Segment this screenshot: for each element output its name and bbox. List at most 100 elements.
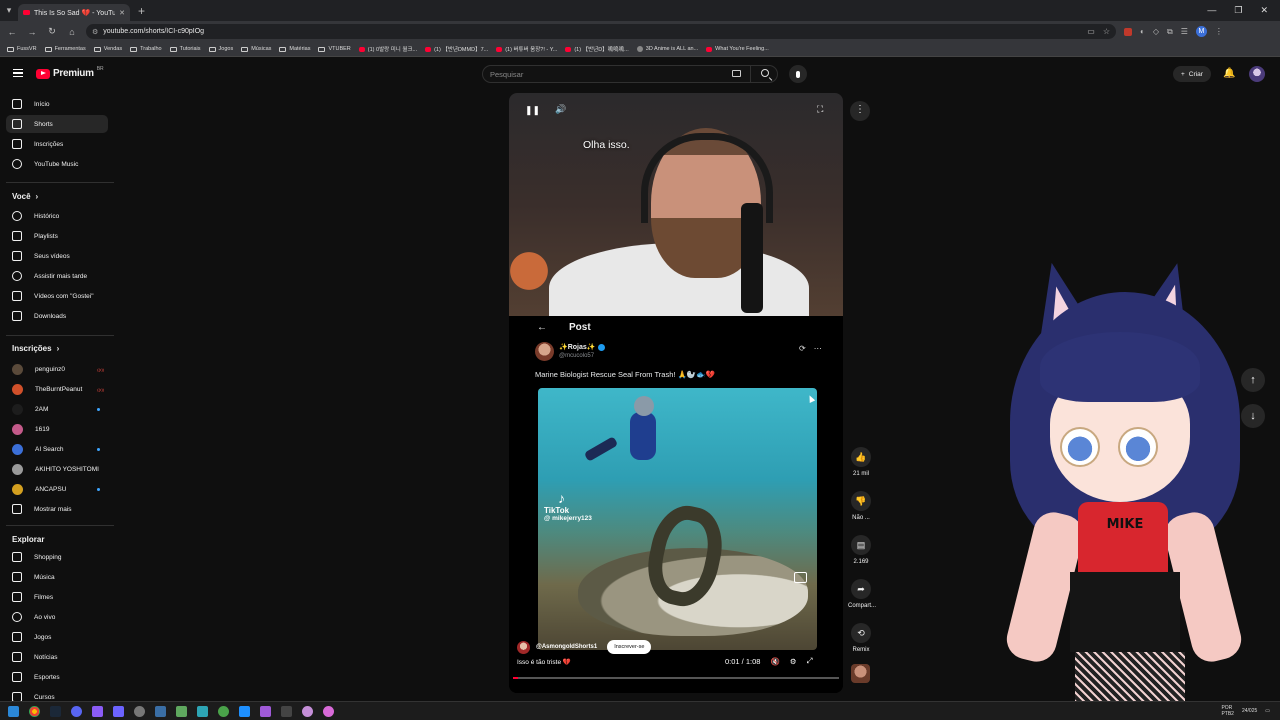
chrome-taskbar-icon[interactable] (29, 705, 40, 717)
bookmark-item[interactable]: Matérias (279, 46, 310, 52)
app-taskbar-icon[interactable] (134, 705, 145, 717)
extension-icon[interactable]: ◐ (1140, 27, 1145, 36)
extensions-puzzle-icon[interactable]: ⧉ (1167, 27, 1173, 37)
create-button[interactable]: + Criar (1173, 66, 1211, 82)
remix-button[interactable]: ⟲ Remix (848, 623, 874, 653)
app-taskbar-icon[interactable] (302, 705, 313, 717)
menu-icon[interactable] (13, 69, 23, 77)
forward-icon[interactable]: → (26, 27, 38, 37)
discord-taskbar-icon[interactable] (71, 705, 82, 717)
sidebar-item[interactable]: YouTube Music (6, 155, 108, 173)
sidebar-item[interactable]: AI Search (6, 440, 108, 458)
sidebar-item[interactable]: AKIHITO YOSHITOMI (6, 460, 108, 478)
bookmark-item[interactable]: (1) 버튜버 움장?! - Y... (496, 45, 557, 53)
dislike-button[interactable]: 👎 Não ... (848, 491, 874, 521)
sidebar-item[interactable]: Seus vídeos (6, 247, 108, 265)
channel-name[interactable]: @AsmongoldShorts1 (536, 644, 597, 650)
notification-center-icon[interactable]: ▭ (1265, 708, 1270, 714)
sidebar-item[interactable]: penguinz0 ((•)) (6, 360, 108, 378)
app-taskbar-icon[interactable] (239, 705, 250, 717)
comments-button[interactable]: ▤ 2.169 (848, 535, 874, 565)
bookmark-item[interactable]: 3D Anime is ALL an... (636, 46, 698, 52)
settings-gear-icon[interactable]: ⚙ (790, 657, 797, 666)
sidebar-item[interactable]: Música (6, 568, 108, 586)
bookmark-item[interactable]: Vendas (93, 46, 122, 52)
mute-icon[interactable]: 🔇 (770, 657, 779, 666)
sidebar-item[interactable]: Playlists (6, 227, 108, 245)
sidebar-item[interactable]: Filmes (6, 588, 108, 606)
you-heading[interactable]: Você › (12, 192, 38, 201)
app-taskbar-icon[interactable] (260, 705, 271, 717)
sidebar-item[interactable]: Ao vivo (6, 608, 108, 626)
shorts-player[interactable]: ❚❚ 🔊 ⛶ Olha isso. ← Post ✨Rojas✨ @mcucol… (509, 93, 843, 693)
subscribe-button[interactable]: Inscrever-se (607, 640, 652, 654)
bookmark-item[interactable]: FussVR (7, 46, 37, 52)
search-icon[interactable] (761, 69, 769, 77)
sidebar-item[interactable]: Cursos (6, 688, 108, 701)
sidebar-item[interactable]: Esportes (6, 668, 108, 686)
close-window-icon[interactable]: ✕ (1260, 5, 1268, 16)
sidebar-item[interactable]: Histórico (6, 207, 108, 225)
site-info-icon[interactable]: ⚙ (92, 28, 98, 36)
start-button-icon[interactable] (8, 705, 19, 717)
tab-search-icon[interactable]: ▾ (0, 0, 18, 21)
explore-heading[interactable]: Explorar (12, 535, 44, 544)
app-taskbar-icon[interactable] (113, 705, 124, 717)
app-taskbar-icon[interactable] (197, 705, 208, 717)
sidebar-item[interactable]: Vídeos com "Gostei" (6, 287, 108, 305)
bookmark-item[interactable]: Músicas (241, 46, 271, 52)
language-indicator[interactable]: POR PTB2 (1221, 705, 1234, 717)
clock-date[interactable]: 24/025 (1242, 708, 1257, 714)
bookmark-item[interactable]: Jogos (208, 46, 233, 52)
youtube-logo[interactable]: Premium BR (36, 66, 104, 79)
channel-avatar[interactable] (517, 640, 530, 654)
address-bar[interactable]: ⚙ youtube.com/shorts/ICI-c90pIOg ▭ ☆ (86, 24, 1116, 39)
share-button[interactable]: ➦ Compart... (848, 579, 876, 609)
like-button[interactable]: 👍 21 mil (848, 447, 874, 477)
app-taskbar-icon[interactable] (218, 705, 229, 717)
volume-icon[interactable]: 🔊 (555, 104, 566, 115)
bookmark-item[interactable]: Ferramentas (44, 46, 86, 52)
app-taskbar-icon[interactable] (323, 705, 334, 717)
browser-menu-icon[interactable]: ⋮ (1215, 27, 1223, 36)
extension-icon[interactable] (1124, 27, 1132, 36)
fullscreen-icon[interactable]: ⛶ (817, 104, 823, 115)
new-tab-button[interactable]: + (130, 4, 153, 18)
bookmark-item[interactable]: VTUBER (318, 46, 351, 52)
browser-tab-active[interactable]: This Is So Sad 💔 - YouTub ✕ (18, 4, 130, 21)
expand-icon[interactable]: ⤢ (807, 656, 813, 666)
audio-source-thumbnail[interactable] (851, 664, 870, 683)
sidebar-item[interactable]: Inscrições (6, 135, 108, 153)
subscriptions-heading[interactable]: Inscrições › (12, 344, 59, 353)
app-taskbar-icon[interactable] (92, 705, 103, 717)
notifications-bell-icon[interactable]: 🔔 (1223, 68, 1235, 79)
more-options-button[interactable]: ⋮ (850, 101, 870, 121)
bookmark-item[interactable]: (1) 【반년DMMD】7... (425, 45, 488, 53)
tab-groups-icon[interactable]: ☰ (1181, 27, 1188, 36)
voice-search-button[interactable] (789, 65, 807, 83)
app-taskbar-icon[interactable] (281, 705, 292, 717)
reload-icon[interactable]: ↻ (46, 26, 58, 37)
maximize-icon[interactable]: ❐ (1234, 5, 1242, 16)
sidebar-item[interactable]: Assistir mais tarde (6, 267, 108, 285)
bookmark-item[interactable]: (1) 【반년D】嗚嗚嗚... (565, 45, 629, 53)
keyboard-icon[interactable] (732, 70, 741, 77)
sidebar-item[interactable]: ANCAPSU (6, 480, 108, 498)
bookmark-item[interactable]: Tutoriais (169, 46, 201, 52)
bookmark-item[interactable]: What You're Feeling... (706, 46, 769, 52)
back-icon[interactable]: ← (6, 27, 18, 37)
install-icon[interactable]: ▭ (1087, 27, 1095, 36)
app-taskbar-icon[interactable] (176, 705, 187, 717)
sidebar-item[interactable]: TheBurntPeanut ((•)) (6, 380, 108, 398)
steam-taskbar-icon[interactable] (50, 705, 61, 717)
sidebar-item[interactable]: Jogos (6, 628, 108, 646)
bookmark-item[interactable]: Trabalho (130, 46, 162, 52)
bookmark-item[interactable]: (1) 0발랑 미니 월크... (358, 45, 417, 53)
sidebar-item[interactable]: Shopping (6, 548, 108, 566)
sidebar-item[interactable]: 1619 (6, 420, 108, 438)
minimize-icon[interactable]: — (1207, 5, 1216, 16)
profile-avatar[interactable]: M (1195, 26, 1207, 37)
sidebar-item[interactable]: Mostrar mais (6, 500, 108, 518)
sidebar-item[interactable]: Notícias (6, 648, 108, 666)
app-taskbar-icon[interactable] (155, 705, 166, 717)
